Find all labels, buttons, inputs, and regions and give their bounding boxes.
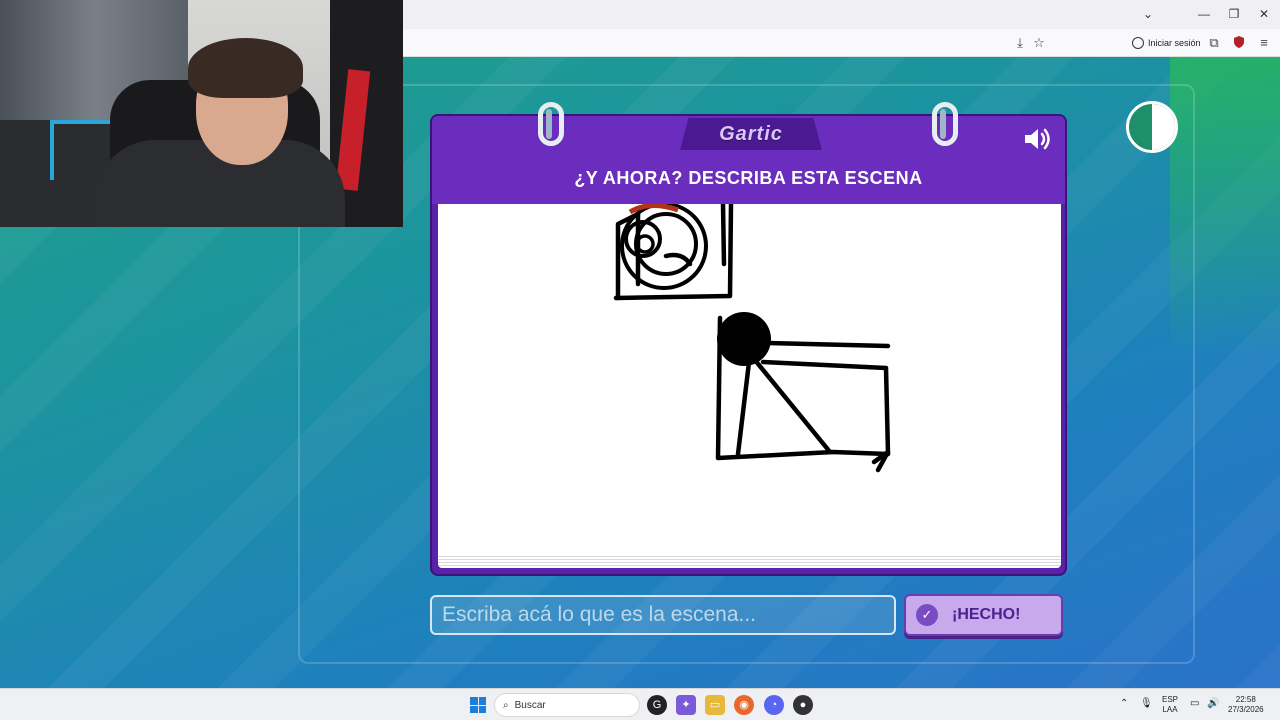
- notebook-page-edge: [438, 554, 1061, 568]
- tray-chevron-icon[interactable]: ⌃: [1120, 699, 1128, 709]
- timer-icon: [1126, 101, 1178, 153]
- account-icon: [1132, 37, 1144, 49]
- clock[interactable]: 22:58 27/3/2026: [1228, 695, 1264, 715]
- notebook-ring-right: [932, 102, 958, 146]
- download-icon[interactable]: ⤓: [1012, 35, 1028, 51]
- page-title: ¿Y AHORA? DESCRIBA ESTA ESCENA: [574, 168, 923, 188]
- folder-icon[interactable]: ▭: [705, 695, 725, 715]
- search-icon: ⌕: [503, 699, 509, 711]
- timer-fill: [1152, 104, 1175, 150]
- logo-tab: Gartic: [680, 118, 822, 150]
- discord-icon[interactable]: ◔: [764, 695, 784, 715]
- taskbar-search[interactable]: ⌕ Buscar: [494, 693, 640, 717]
- shield-extension-icon[interactable]: [1231, 35, 1247, 51]
- drawing-canvas: [438, 204, 1061, 554]
- gartic-icon[interactable]: G: [647, 695, 667, 715]
- firefox-icon[interactable]: ◉: [734, 695, 754, 715]
- obs-icon[interactable]: ●: [793, 695, 813, 715]
- microphone-icon[interactable]: 🎙: [1140, 699, 1153, 709]
- notebook-ring-left: [538, 102, 564, 146]
- done-button[interactable]: ✓ ¡HECHO!: [904, 594, 1063, 636]
- copilot-icon[interactable]: ✦: [676, 695, 696, 715]
- answer-input[interactable]: [430, 595, 896, 635]
- extensions-icon[interactable]: ⧉: [1206, 35, 1222, 51]
- taskbar: ⌕ Buscar G ✦ ▭ ◉ ◔ ● ⌃ 🎙 ESP LAA ▭ 🔊 22:…: [0, 688, 1280, 720]
- minimize-button[interactable]: —: [1190, 4, 1218, 24]
- signin-button[interactable]: Iniciar sesión: [1132, 34, 1201, 52]
- bookmark-star-icon[interactable]: ☆: [1031, 35, 1047, 51]
- webcam-person-hair: [188, 38, 303, 98]
- windows-start-icon[interactable]: [470, 697, 486, 713]
- notebook-panel: Gartic ¿Y AHORA? DESCRIBA ESTA ESCENA: [430, 102, 1067, 576]
- clock-date: 27/3/2026: [1228, 705, 1264, 714]
- speaker-icon[interactable]: [1022, 126, 1052, 152]
- volume-icon[interactable]: 🔊: [1207, 699, 1219, 709]
- network-icon[interactable]: ▭: [1190, 699, 1199, 709]
- check-icon: ✓: [916, 604, 938, 626]
- gartic-logo: Gartic: [719, 122, 783, 145]
- clock-time: 22:58: [1235, 695, 1256, 704]
- signin-label: Iniciar sesión: [1148, 38, 1201, 48]
- drawing: [613, 204, 891, 473]
- done-label: ¡HECHO!: [952, 606, 1021, 623]
- search-placeholder: Buscar: [514, 699, 546, 711]
- lang-top: ESP: [1162, 695, 1179, 704]
- menu-icon[interactable]: ≡: [1256, 35, 1272, 51]
- close-button[interactable]: ✕: [1250, 4, 1278, 24]
- webcam-overlay: [0, 0, 403, 227]
- tabs-dropdown-icon[interactable]: ⌄: [1134, 4, 1162, 24]
- panel-header: Gartic ¿Y AHORA? DESCRIBA ESTA ESCENA: [432, 116, 1065, 204]
- lang-bottom: LAA: [1162, 705, 1178, 714]
- restore-button[interactable]: ❐: [1220, 4, 1248, 24]
- language-indicator[interactable]: ESP LAA: [1162, 695, 1178, 715]
